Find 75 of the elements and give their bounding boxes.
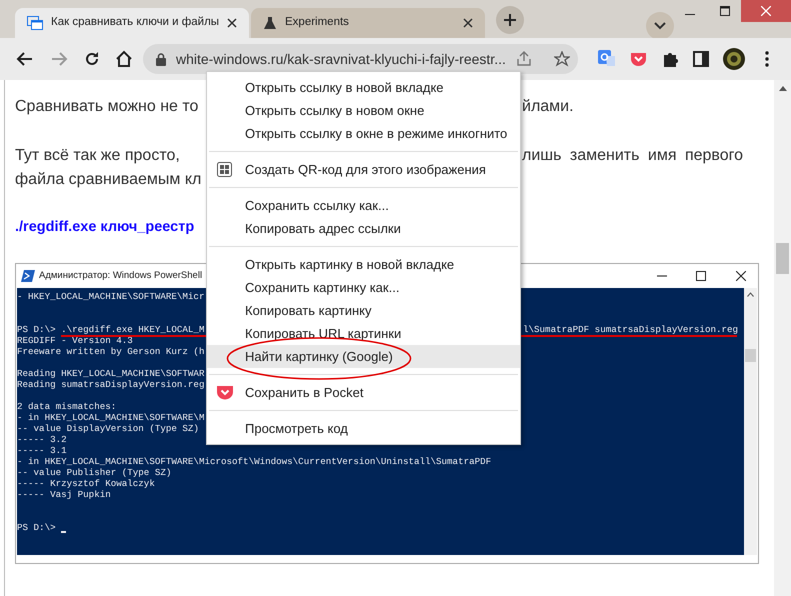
menu-item[interactable]: Открыть ссылку в новой вкладке — [207, 76, 520, 99]
pocket-icon — [217, 385, 233, 400]
avatar-icon[interactable] — [723, 48, 745, 70]
console-line: - in HKEY_LOCAL_MACHINE\SOFTWARE\Microsoft\Windows\CurrentVersion\Uninstall\SumatraPDF — [17, 456, 492, 467]
pocket-icon[interactable] — [630, 51, 647, 67]
page-scrollbar[interactable] — [774, 80, 791, 596]
close-icon — [761, 6, 771, 16]
console-line: REGDIFF - Version 4.3 — [17, 335, 133, 346]
console-line: ----- Krzysztof Kowalczyk — [17, 478, 155, 489]
close-button[interactable] — [741, 0, 791, 22]
close-icon[interactable] — [227, 18, 238, 28]
paragraph-text: файла сравниваемым кл — [15, 171, 202, 188]
home-icon[interactable] — [115, 50, 133, 68]
share-icon[interactable] — [516, 51, 532, 67]
sidebar-icon[interactable] — [693, 51, 709, 67]
flask-icon — [263, 16, 277, 30]
puzzle-icon[interactable] — [661, 50, 679, 68]
console-line: 2 data mismatches: — [17, 401, 116, 412]
url-text: white-windows.ru/kak-sravnivat-klyuchi-i-fajly-reestr... — [176, 50, 506, 69]
close-icon[interactable] — [736, 271, 746, 281]
address-bar[interactable]: white-windows.ru/kak-sravnivat-klyuchi-i-fajly-reestr... — [143, 44, 578, 74]
menu-item[interactable]: Копировать картинку — [207, 299, 520, 322]
console-line: Reading sumatrsaDisplayVersion.reg — [17, 379, 204, 390]
article-link[interactable]: ./regdiff.exe ключ_реестр — [15, 217, 194, 239]
menu-item[interactable]: Сохранить картинку как... — [207, 276, 520, 299]
console-line: - HKEY_LOCAL_MACHINE\SOFTWARE\Micr — [17, 291, 204, 302]
maximize-icon[interactable] — [696, 271, 706, 281]
console-line: ----- 3.2 — [17, 434, 67, 445]
up-arrow-icon[interactable] — [778, 86, 786, 91]
star-icon[interactable] — [554, 51, 570, 67]
powershell-icon — [21, 270, 35, 282]
menu-item[interactable]: Создать QR-код для этого изображения — [207, 158, 520, 181]
console-line: -- value Publisher (Type SZ) — [17, 467, 172, 478]
console-line: Reading HKEY_LOCAL_MACHINE\SOFTWAR — [17, 368, 204, 379]
translate-icon[interactable] — [598, 50, 616, 68]
console-scrollbar[interactable] — [744, 288, 757, 555]
console-line: ----- 3.1 — [17, 445, 67, 456]
menu-item[interactable]: Копировать URL картинки — [207, 322, 520, 345]
paragraph-text: йлами. — [522, 97, 574, 117]
console-line: Freeware written by Gerson Kurz (h — [17, 346, 204, 357]
new-tab-button[interactable] — [496, 6, 524, 34]
menu-item[interactable]: Копировать адрес ссылки — [207, 217, 520, 240]
console-line: ----- Vasj Pupkin — [17, 489, 111, 500]
menu-item[interactable]: Найти картинку (Google) — [207, 345, 520, 368]
maximize-icon — [720, 6, 730, 16]
console-line: -- value DisplayVersion (Type SZ) — [17, 423, 199, 434]
scrollbar-thumb[interactable] — [776, 243, 789, 274]
menu-item[interactable]: Открыть ссылку в новом окне — [207, 99, 520, 122]
window-title: Администратор: Windows PowerShell — [39, 268, 204, 283]
menu-item[interactable]: Сохранить в Pocket — [207, 381, 520, 404]
tab-search-button[interactable] — [646, 12, 674, 40]
menu-item[interactable]: Открыть картинку в новой вкладке — [207, 253, 520, 276]
paragraph-text: Сравнивать можно не то — [15, 98, 198, 115]
console-line: l\SumatraPDF sumatrsaDisplayVersion.reg — [523, 324, 738, 335]
browser-tab[interactable]: Как сравнивать ключи и файлы — [15, 8, 249, 38]
tab-title: Experiments — [285, 15, 350, 30]
paragraph-text: лишь заменить имя первого — [522, 146, 744, 166]
menu-item[interactable]: Просмотреть код — [207, 417, 520, 440]
menu-item[interactable]: Сохранить ссылку как... — [207, 194, 520, 217]
chevron-down-icon — [654, 22, 666, 30]
window-icon — [27, 16, 43, 30]
console-line: PS D:\> — [17, 522, 57, 533]
browser-tab[interactable]: Experiments — [251, 8, 485, 38]
reload-icon[interactable] — [83, 50, 101, 68]
console-line: PS D:\> .\regdiff.exe HKEY_LOCAL_M — [17, 324, 204, 335]
menu-item[interactable]: Открыть ссылку в окне в режиме инкогнито — [207, 122, 520, 145]
plus-icon — [504, 14, 516, 26]
more-icon[interactable] — [765, 51, 769, 67]
close-icon[interactable] — [463, 18, 473, 28]
lock-icon — [156, 52, 166, 66]
tab-title: Как сравнивать ключи и файлы — [51, 15, 220, 30]
scrollbar-thumb[interactable] — [745, 349, 756, 362]
qr-code-icon — [217, 162, 232, 177]
console-line: - in HKEY_LOCAL_MACHINE\SOFTWARE\M — [17, 412, 204, 423]
paragraph-text: Тут всё так же просто, — [15, 147, 180, 164]
